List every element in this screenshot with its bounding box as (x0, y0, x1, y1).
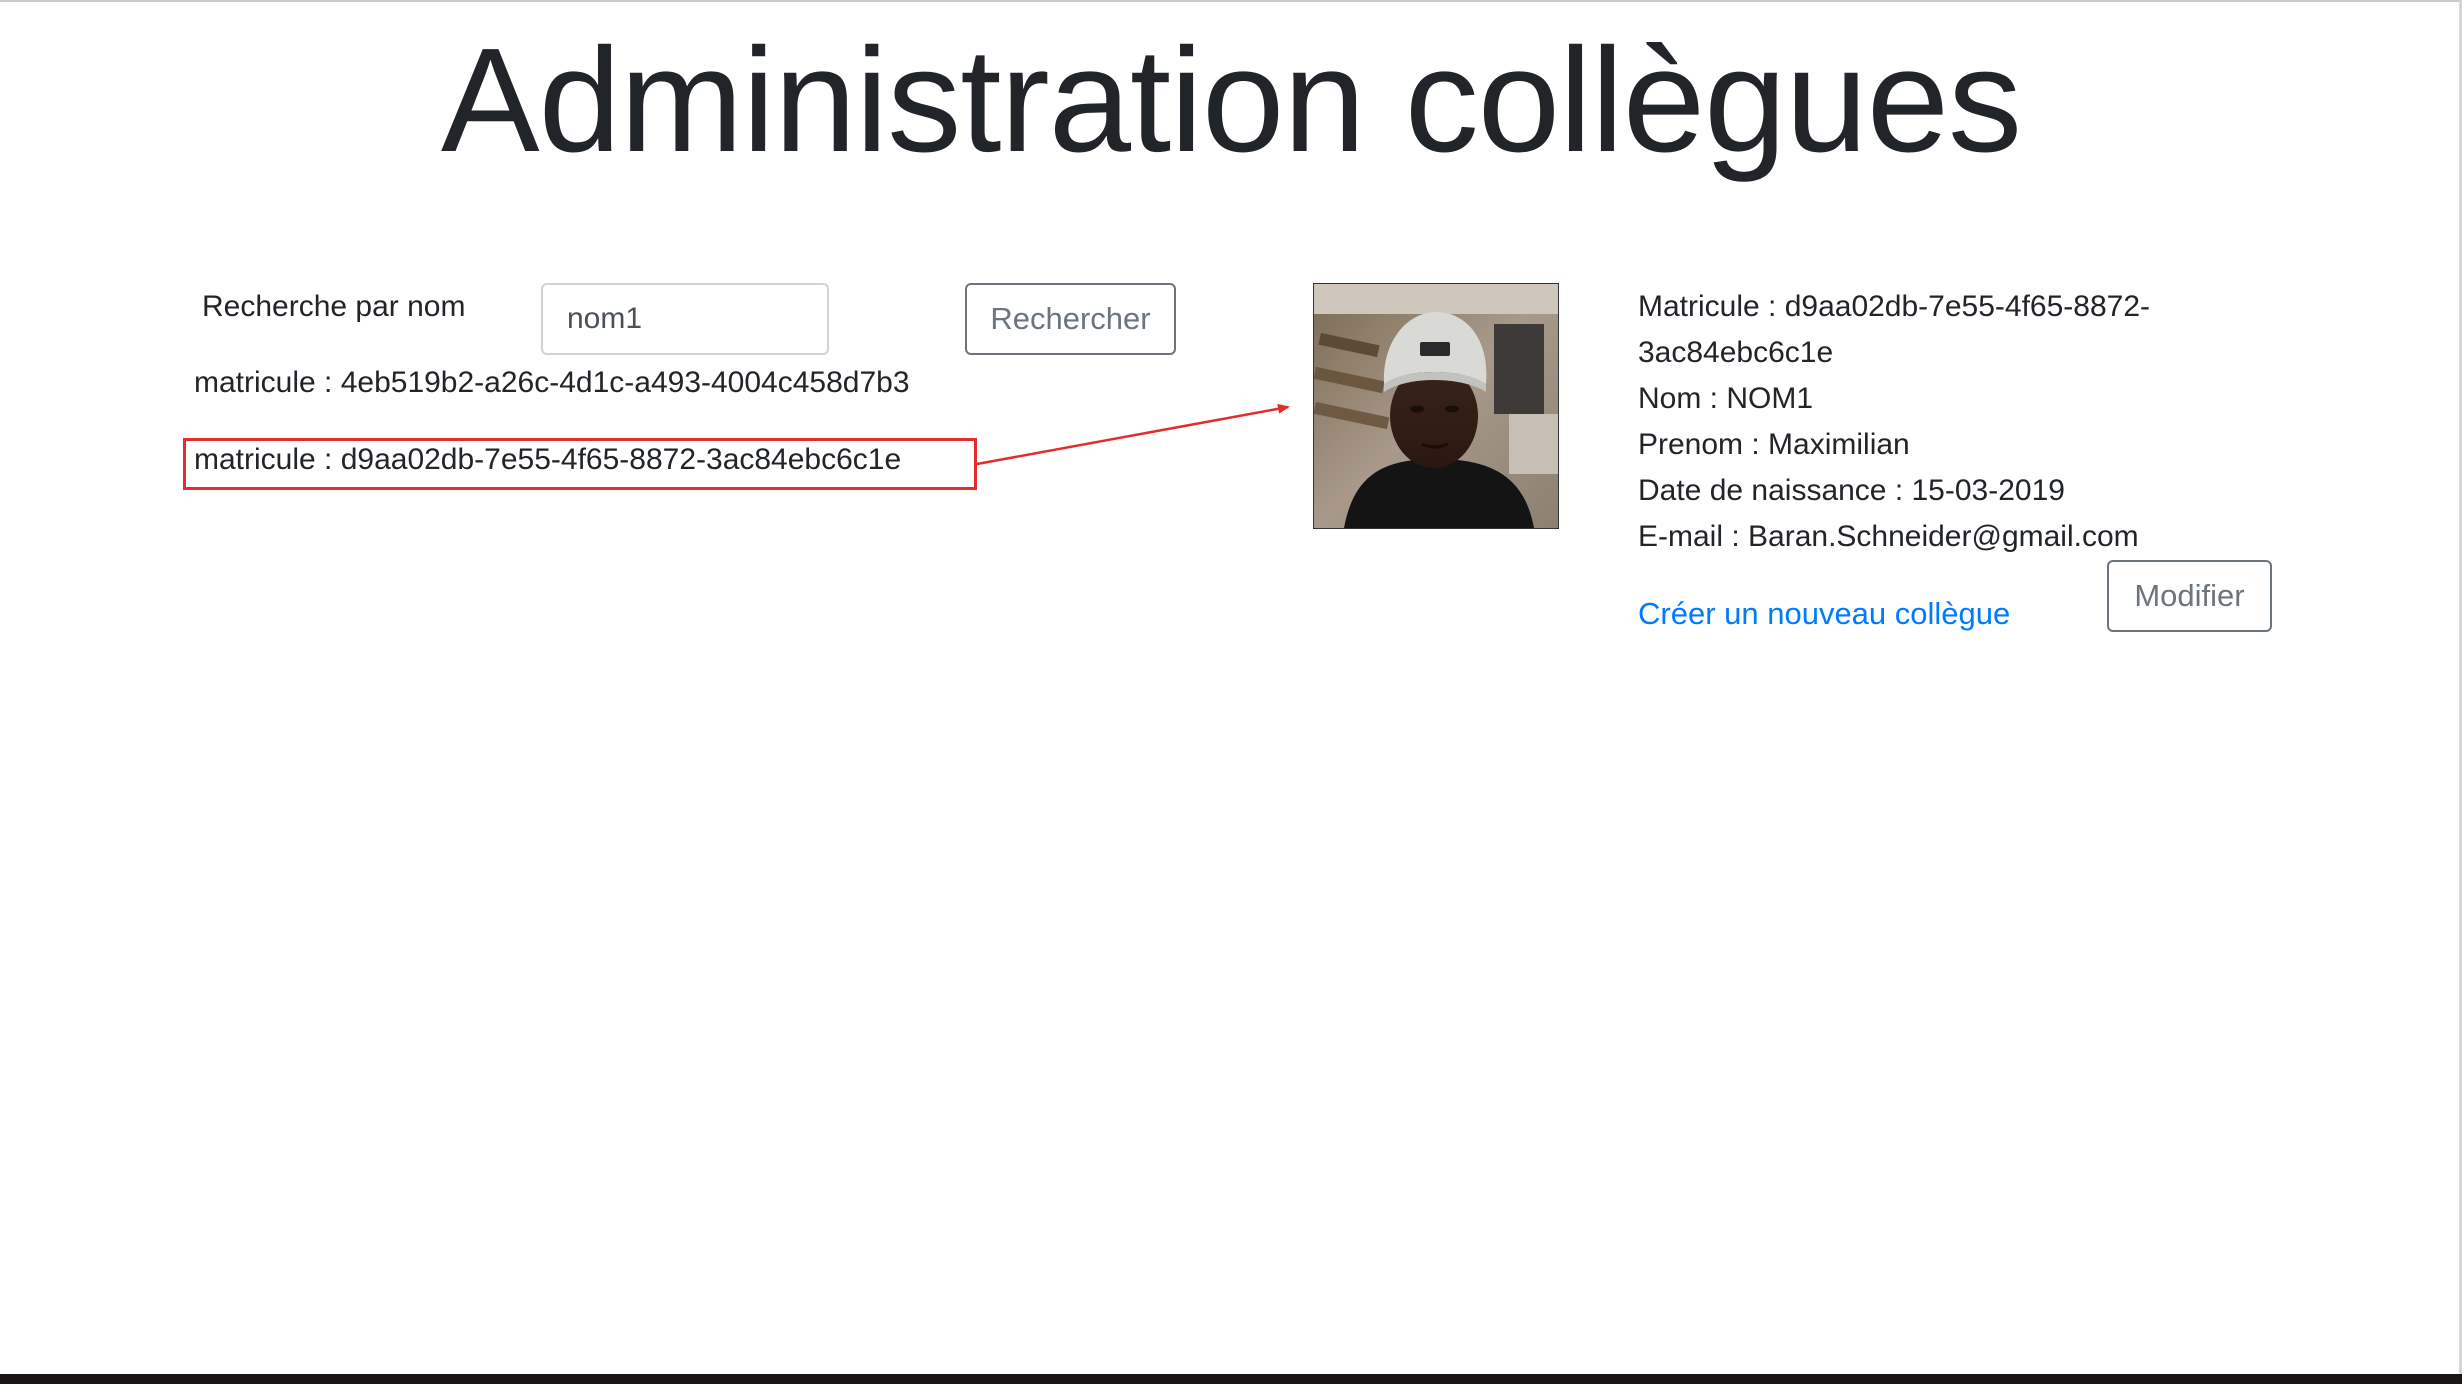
annotation-highlight-box (183, 438, 977, 490)
bottom-bar (0, 1374, 2462, 1384)
colleague-photo (1313, 283, 1559, 529)
detail-prenom: Prenom : Maximilian (1638, 428, 1910, 461)
colleague-photo-image (1314, 284, 1558, 528)
search-input[interactable] (541, 283, 829, 355)
annotation-arrow (976, 403, 1290, 466)
search-button[interactable]: Rechercher (965, 283, 1176, 355)
detail-email: E-mail : Baran.Schneider@gmail.com (1638, 520, 2139, 553)
top-border (0, 0, 2462, 2)
result-item[interactable]: matricule : 4eb519b2-a26c-4d1c-a493-4004… (194, 364, 910, 402)
detail-date-naissance: Date de naissance : 15-03-2019 (1638, 474, 2065, 507)
create-colleague-link[interactable]: Créer un nouveau collègue (1638, 595, 2010, 633)
detail-matricule: Matricule : d9aa02db-7e55-4f65-8872-3ac8… (1638, 290, 2151, 369)
detail-nom: Nom : NOM1 (1638, 382, 1814, 415)
page-title: Administration collègues (440, 18, 2022, 183)
modify-button[interactable]: Modifier (2107, 560, 2272, 632)
search-label: Recherche par nom (202, 290, 466, 323)
